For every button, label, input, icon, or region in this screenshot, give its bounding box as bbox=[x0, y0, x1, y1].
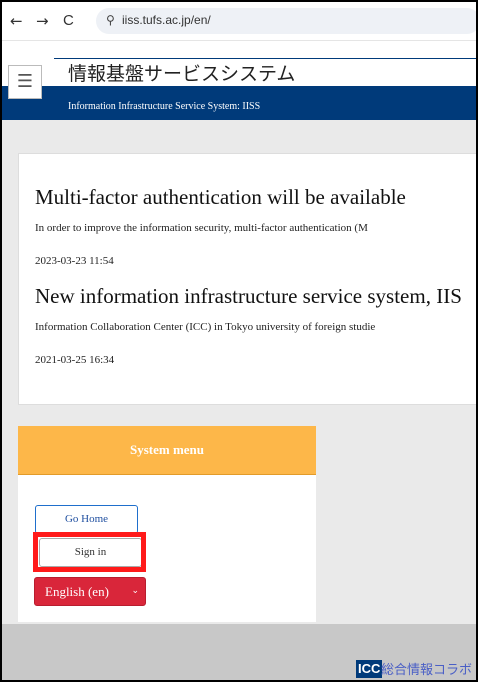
browser-toolbar: ← → C ⚲ iiss.tufs.ac.jp/en/ bbox=[2, 2, 476, 41]
news-title[interactable]: Multi-factor authentication will be avai… bbox=[35, 185, 406, 210]
system-menu: System menu Go Home Sign in English (en)… bbox=[18, 426, 316, 622]
chevron-down-icon: ⌄ bbox=[131, 586, 139, 596]
footer-org-name[interactable]: 総合情報コラボ bbox=[381, 659, 472, 678]
language-select-label: English (en) bbox=[45, 584, 109, 599]
site-info-icon[interactable]: ⚲ bbox=[106, 13, 115, 27]
news-body: In order to improve the information secu… bbox=[35, 222, 368, 234]
news-date: 2023-03-23 11:54 bbox=[35, 255, 114, 267]
language-select[interactable]: English (en) ⌄ bbox=[34, 577, 146, 606]
go-home-button[interactable]: Go Home bbox=[35, 505, 138, 534]
screenshot-frame: ← → C ⚲ iiss.tufs.ac.jp/en/ ☰ 情報基盤サービスシス… bbox=[0, 0, 478, 682]
site-title-en: Information Infrastructure Service Syste… bbox=[68, 101, 261, 112]
url-text[interactable]: iiss.tufs.ac.jp/en/ bbox=[122, 13, 211, 27]
news-body: Information Collaboration Center (ICC) i… bbox=[35, 321, 376, 333]
back-arrow-icon[interactable]: ← bbox=[10, 12, 23, 30]
news-card: Multi-factor authentication will be avai… bbox=[18, 153, 476, 405]
reload-icon[interactable]: C bbox=[63, 12, 74, 29]
hamburger-menu-icon[interactable]: ☰ bbox=[8, 65, 42, 99]
system-menu-title: System menu bbox=[129, 442, 205, 457]
site-title-jp[interactable]: 情報基盤サービスシステム bbox=[68, 59, 295, 86]
news-date: 2021-03-25 16:34 bbox=[35, 354, 115, 366]
forward-arrow-icon[interactable]: → bbox=[36, 12, 49, 30]
news-title[interactable]: New information infrastructure service s… bbox=[35, 284, 462, 309]
highlight-box bbox=[33, 532, 146, 572]
icc-logo[interactable]: ICC bbox=[356, 660, 383, 678]
system-menu-header: System menu bbox=[18, 426, 316, 475]
